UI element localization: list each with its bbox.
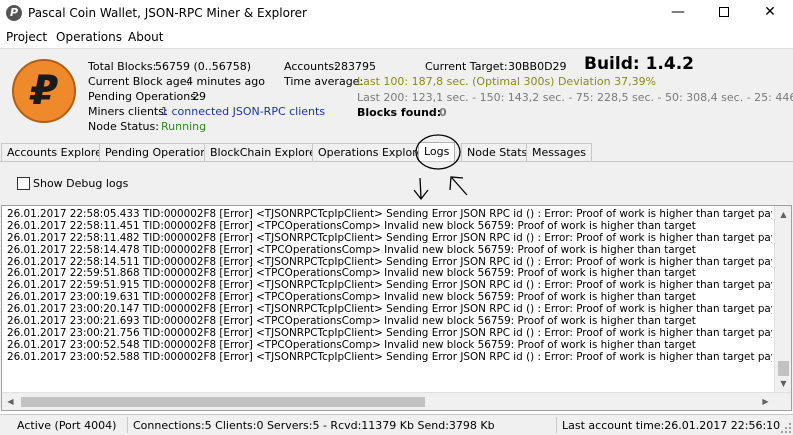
block-age-label: Current Block age: (88, 75, 191, 88)
log-line: 26.01.2017 23:00:20.147 TID:000002F8 [Er… (7, 304, 772, 316)
log-line: 26.01.2017 23:00:19.631 TID:000002F8 [Er… (7, 292, 696, 304)
block-age-value: 4 minutes ago (186, 75, 265, 88)
pascal-coin-app-icon (6, 5, 22, 21)
tab-logs[interactable]: Logs (418, 142, 456, 162)
main-tabs: Accounts Explorer Pending Operations Blo… (0, 142, 793, 162)
status-bar: Active (Port 4004) Connections:5 Clients… (0, 414, 793, 435)
log-line: 26.01.2017 22:59:51.868 TID:000002F8 [Er… (7, 268, 696, 280)
status-last-account-time: Last account time:26.01.2017 22:56:10 (562, 419, 781, 432)
log-line: 26.01.2017 23:00:21.693 TID:000002F8 [Er… (7, 316, 696, 328)
log-line: 26.01.2017 23:00:52.548 TID:000002F8 [Er… (7, 339, 696, 351)
tab-operations-explorer[interactable]: Operations Explorer (312, 143, 434, 161)
menu-bar: Project Operations About (0, 27, 793, 47)
accounts-value: 283795 (334, 60, 376, 73)
time-average-history: Last 200: 123,1 sec. - 150: 143,2 sec. -… (357, 91, 793, 104)
status-active-port: Active (Port 4004) (17, 419, 117, 432)
horizontal-scrollbar[interactable]: ◀ ▶ (2, 392, 791, 410)
current-target-label: Current Target: (425, 60, 508, 73)
vertical-scroll-thumb[interactable] (778, 361, 789, 376)
node-status-value: Running (161, 120, 207, 133)
show-debug-checkbox[interactable] (17, 177, 30, 190)
log-line: 26.01.2017 22:58:14.478 TID:000002F8 [Er… (7, 244, 696, 256)
menu-project[interactable]: Project (6, 30, 47, 44)
tab-blockchain-explorer[interactable]: BlockChain Explorer (204, 143, 327, 161)
blocks-found-value: 0 (439, 106, 447, 119)
resize-grip-icon[interactable] (781, 423, 791, 433)
scroll-right-arrow-icon[interactable]: ▶ (757, 393, 774, 410)
maximize-button[interactable] (701, 0, 747, 27)
node-status-label: Node Status: (88, 120, 159, 133)
status-separator (556, 417, 557, 433)
tab-accounts-explorer[interactable]: Accounts Explorer (1, 143, 113, 161)
menu-operations[interactable]: Operations (56, 30, 122, 44)
log-line: 26.01.2017 22:59:51.915 TID:000002F8 [Er… (7, 280, 772, 292)
node-info-panel: Total Blocks: 56759 (0..56758) Current B… (0, 48, 793, 142)
title-bar: Pascal Coin Wallet, JSON-RPC Miner & Exp… (0, 0, 793, 27)
time-average-label: Time average: (284, 75, 364, 88)
window-title: Pascal Coin Wallet, JSON-RPC Miner & Exp… (28, 6, 307, 20)
logs-panel: Show Debug logs 26.01.2017 22:58:05.433 … (0, 161, 793, 411)
miners-clients-label: Miners clients: (88, 105, 168, 118)
pending-operations-value: 29 (192, 90, 206, 103)
pascal-coin-logo-icon (12, 59, 76, 123)
scroll-down-arrow-icon[interactable]: ▼ (775, 375, 791, 392)
log-line: 26.01.2017 22:58:11.482 TID:000002F8 [Er… (7, 232, 772, 244)
menu-about[interactable]: About (128, 30, 163, 44)
maximize-icon (719, 7, 729, 17)
log-line: 26.01.2017 22:58:11.451 TID:000002F8 [Er… (7, 220, 696, 232)
current-target-value: 30BB0D29 (508, 60, 567, 73)
show-debug-label[interactable]: Show Debug logs (33, 177, 128, 190)
miners-clients-value: 1 connected JSON-RPC clients (161, 105, 326, 118)
tab-messages[interactable]: Messages (526, 143, 592, 161)
scroll-up-arrow-icon[interactable]: ▲ (775, 206, 791, 223)
accounts-label: Accounts: (284, 60, 338, 73)
log-line: 26.01.2017 23:00:21.756 TID:000002F8 [Er… (7, 327, 772, 339)
time-average-value: Last 100: 187,8 sec. (Optimal 300s) Devi… (357, 75, 657, 88)
total-blocks-label: Total Blocks: (88, 60, 157, 73)
log-line: 26.01.2017 22:58:05.433 TID:000002F8 [Er… (7, 209, 772, 220)
build-version: Build: 1.4.2 (584, 54, 695, 74)
log-line: 26.01.2017 23:00:52.588 TID:000002F8 [Er… (7, 351, 772, 363)
vertical-scrollbar[interactable]: ▲ ▼ (774, 206, 791, 392)
blocks-found-label: Blocks found: (357, 106, 442, 119)
status-separator (127, 417, 128, 433)
close-button[interactable]: ✕ (747, 0, 793, 27)
scroll-left-arrow-icon[interactable]: ◀ (2, 393, 19, 410)
horizontal-scroll-thumb[interactable] (21, 397, 425, 407)
total-blocks-value: 56759 (0..56758) (155, 60, 252, 73)
log-line: 26.01.2017 22:58:14.511 TID:000002F8 [Er… (7, 256, 772, 268)
log-lines: 26.01.2017 22:58:05.433 TID:000002F8 [Er… (7, 209, 772, 364)
log-memo[interactable]: 26.01.2017 22:58:05.433 TID:000002F8 [Er… (1, 205, 792, 411)
minimize-button[interactable]: — (655, 0, 701, 27)
status-connections: Connections:5 Clients:0 Servers:5 - Rcvd… (133, 419, 495, 432)
tab-node-stats[interactable]: Node Stats (461, 143, 534, 161)
pending-operations-label: Pending Operations: (88, 90, 200, 103)
tab-pending-operations[interactable]: Pending Operations (99, 143, 219, 161)
